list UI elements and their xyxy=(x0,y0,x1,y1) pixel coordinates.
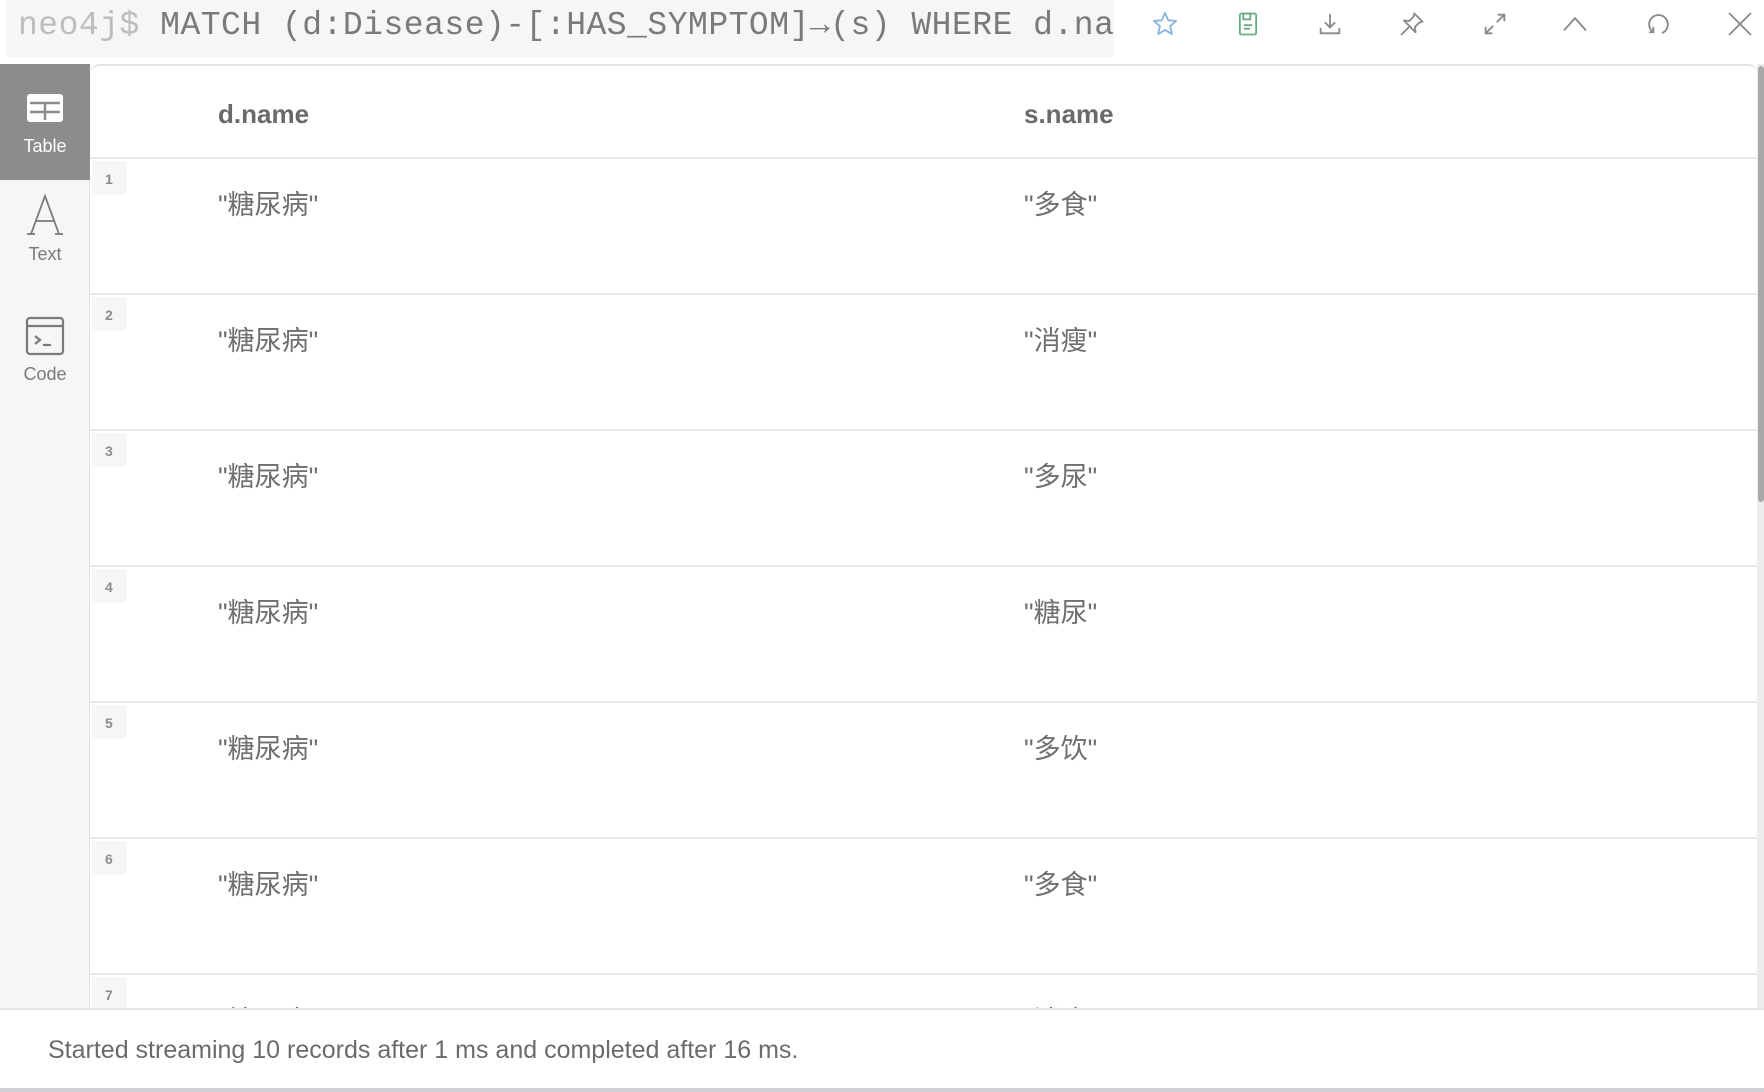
chevron-up-icon xyxy=(1563,17,1587,31)
cell-symptom-name: "多食" xyxy=(1024,190,1098,220)
table-row: 2 "糖尿病" "消瘦" xyxy=(90,295,1758,431)
row-number: 2 xyxy=(92,297,127,331)
table-row: 5 "糖尿病" "多饮" xyxy=(90,703,1758,839)
status-bar: Started streaming 10 records after 1 ms … xyxy=(0,1008,1764,1088)
table-row: 6 "糖尿病" "多食" xyxy=(90,839,1758,975)
sidebar-tab-label: Table xyxy=(23,136,67,156)
sidebar-tab-code[interactable]: Code xyxy=(0,314,90,424)
refresh-icon xyxy=(1648,14,1669,34)
row-number: 3 xyxy=(92,433,127,467)
pin-icon xyxy=(1400,12,1424,36)
cell-disease-name: "糖尿病" xyxy=(218,598,319,628)
cell-symptom-name: "多食" xyxy=(1024,870,1098,900)
sidebar-tab-text[interactable]: Text xyxy=(0,194,90,294)
table-icon xyxy=(27,94,63,122)
column-header[interactable]: d.name xyxy=(218,99,309,130)
row-number: 7 xyxy=(92,977,127,1008)
table-row: 1 "糖尿病" "多食" xyxy=(90,159,1758,295)
cell-symptom-name: "多尿" xyxy=(1024,462,1098,492)
collapse-button[interactable] xyxy=(1555,4,1595,44)
table-header: d.name s.name xyxy=(90,66,1758,159)
text-icon xyxy=(27,194,63,235)
prompt-label: neo4j$ xyxy=(18,7,140,44)
cell-symptom-name: "糖尿" xyxy=(1024,598,1098,628)
cell-disease-name: "糖尿病" xyxy=(218,462,319,492)
table-row: 7 "糖尿病" "消瘦" xyxy=(90,975,1758,1008)
download-button[interactable] xyxy=(1310,4,1350,44)
download-icon xyxy=(1319,13,1341,35)
star-icon xyxy=(1152,11,1178,35)
close-icon xyxy=(1728,12,1752,36)
scrollbar-thumb[interactable] xyxy=(1758,66,1764,502)
cell-symptom-name: "消瘦" xyxy=(1024,326,1098,356)
cell-symptom-name: "消瘦" xyxy=(1024,999,1097,1008)
column-header[interactable]: s.name xyxy=(1024,99,1114,130)
fullscreen-button[interactable] xyxy=(1475,4,1515,44)
query-text[interactable]: MATCH (d:Disease)-[:HAS_SYMPTOM]→(s) WHE… xyxy=(160,7,1114,44)
row-number: 6 xyxy=(92,841,127,875)
frame-bottom-border xyxy=(0,1088,1764,1092)
cell-disease-name: "糖尿病" xyxy=(218,870,319,900)
cell-disease-name: "糖尿病" xyxy=(218,734,319,764)
frame-toolbar xyxy=(1124,0,1764,50)
sidebar-tab-label: Code xyxy=(23,364,67,384)
cell-disease-name: "糖尿病" xyxy=(218,999,318,1008)
table-row: 3 "糖尿病" "多尿" xyxy=(90,431,1758,567)
code-icon xyxy=(25,316,65,356)
row-number: 1 xyxy=(92,161,127,195)
save-button[interactable] xyxy=(1228,4,1268,44)
close-button[interactable] xyxy=(1720,4,1760,44)
row-number: 4 xyxy=(92,569,127,603)
row-number: 5 xyxy=(92,705,127,739)
cell-disease-name: "糖尿病" xyxy=(218,326,319,356)
rerun-button[interactable] xyxy=(1638,4,1678,44)
expand-icon xyxy=(1484,13,1506,35)
pin-button[interactable] xyxy=(1392,4,1432,44)
query-editor[interactable]: neo4j$ MATCH (d:Disease)-[:HAS_SYMPTOM]→… xyxy=(6,0,1114,57)
sidebar-tab-table[interactable]: Table xyxy=(0,64,90,180)
results-table: d.name s.name 1 "糖尿病" "多食" 2 "糖尿病" "消瘦" … xyxy=(90,64,1758,1008)
status-message: Started streaming 10 records after 1 ms … xyxy=(48,1036,799,1064)
table-row: 4 "糖尿病" "糖尿" xyxy=(90,567,1758,703)
save-icon xyxy=(1238,12,1258,36)
cell-disease-name: "糖尿病" xyxy=(218,190,319,220)
sidebar-tab-label: Text xyxy=(28,244,62,264)
view-sidebar: Table Text Code xyxy=(0,64,90,1008)
cell-symptom-name: "多饮" xyxy=(1024,734,1098,764)
favorite-button[interactable] xyxy=(1145,4,1185,44)
